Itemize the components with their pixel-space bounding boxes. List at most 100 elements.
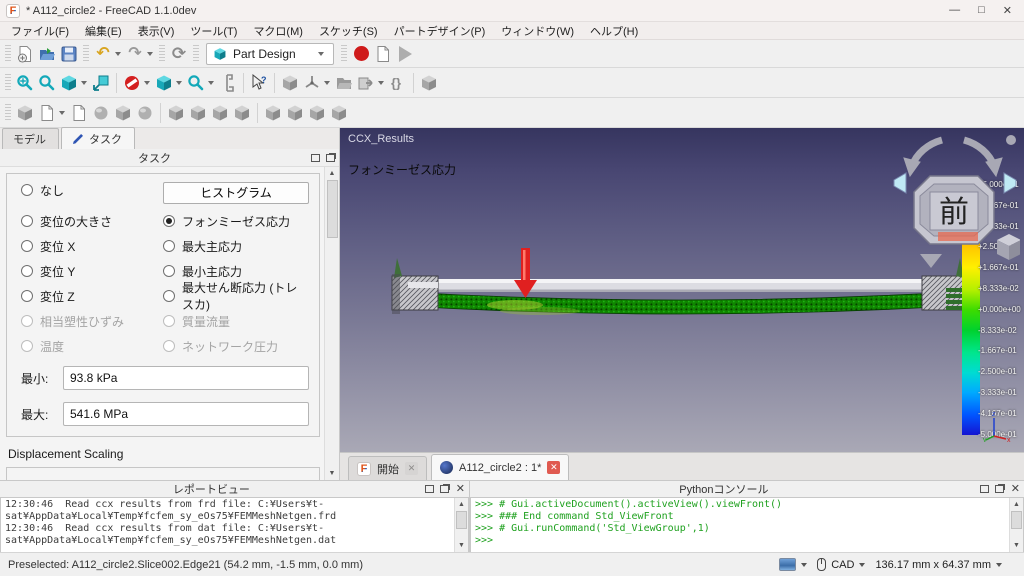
link-dropdown[interactable] — [378, 81, 384, 85]
sketch-edit-button[interactable] — [68, 102, 90, 124]
pan-down-icon[interactable] — [920, 254, 942, 268]
radio-min-principal[interactable]: 最小主応力 — [163, 263, 309, 279]
radio-displacement-x[interactable]: 変位 X — [21, 238, 159, 254]
menu-tools[interactable]: ツール(T) — [183, 22, 244, 40]
dimension-indicator[interactable]: 136.17 mm x 64.37 mm — [875, 559, 1002, 571]
radio-displacement-y[interactable]: 変位 Y — [21, 263, 159, 279]
groove-button[interactable] — [306, 102, 328, 124]
toolbar-grip[interactable] — [193, 45, 199, 63]
datum-button[interactable] — [301, 72, 323, 94]
scroll-thumb[interactable] — [327, 180, 338, 238]
sketch-dropdown[interactable] — [59, 111, 65, 115]
maximize-button[interactable]: □ — [978, 4, 985, 17]
boolean-button[interactable] — [328, 102, 350, 124]
menu-help[interactable]: ヘルプ(H) — [583, 22, 645, 40]
zoom-dropdown[interactable] — [208, 81, 214, 85]
open-file-button[interactable] — [36, 43, 58, 65]
datum-dropdown[interactable] — [324, 81, 330, 85]
revolution-button[interactable] — [187, 102, 209, 124]
close-start-tab-icon[interactable]: ✕ — [405, 462, 418, 475]
redo-dropdown[interactable] — [147, 52, 153, 56]
radio-max-principal[interactable]: 最大主応力 — [163, 238, 309, 254]
fit-selection-button[interactable] — [90, 72, 112, 94]
max-field[interactable]: 541.6 MPa — [63, 402, 309, 426]
undock-icon[interactable] — [440, 485, 449, 493]
tab-model[interactable]: モデル — [2, 128, 59, 149]
close-button[interactable]: ✕ — [1003, 4, 1012, 17]
view-cube-button[interactable] — [153, 72, 175, 94]
group-button[interactable] — [333, 72, 355, 94]
scroll-up-icon[interactable]: ▲ — [326, 167, 339, 180]
radio-none[interactable]: なし — [21, 182, 159, 198]
view-dropdown[interactable] — [81, 81, 87, 85]
part-boolean-button[interactable] — [279, 72, 301, 94]
fit-all-button[interactable] — [14, 72, 36, 94]
whats-this-button[interactable] — [248, 72, 270, 94]
close-dock-icon[interactable]: ✕ — [456, 484, 465, 494]
macro-record-button[interactable] — [350, 43, 372, 65]
tab-tasks[interactable]: タスク — [61, 127, 135, 149]
menu-view[interactable]: 表示(V) — [131, 22, 182, 40]
fem-model[interactable] — [390, 248, 970, 334]
toolbar-grip[interactable] — [341, 45, 347, 63]
toolbar-grip[interactable] — [83, 45, 89, 63]
navcube-front-face[interactable]: 前 — [914, 176, 994, 244]
float-dock-icon[interactable] — [980, 485, 989, 493]
radio-network-pressure[interactable]: ネットワーク圧力 — [163, 338, 309, 354]
macro-execute-button[interactable] — [394, 43, 416, 65]
minimize-button[interactable]: — — [949, 4, 960, 17]
toolbar-grip[interactable] — [159, 45, 165, 63]
loft-button[interactable] — [209, 102, 231, 124]
draw-style-button[interactable] — [121, 72, 143, 94]
pan-right-icon[interactable] — [1004, 173, 1016, 193]
python-scrollbar[interactable]: ▲▼ — [1009, 498, 1023, 552]
tab-document-a112[interactable]: A112_circle2 : 1* ✕ — [431, 454, 569, 480]
menu-file[interactable]: ファイル(F) — [4, 22, 76, 40]
menu-window[interactable]: ウィンドウ(W) — [494, 22, 581, 40]
close-document-tab-icon[interactable]: ✕ — [547, 461, 560, 474]
sketch-new-button[interactable] — [36, 102, 58, 124]
new-file-button[interactable] — [14, 43, 36, 65]
view-cube-dropdown[interactable] — [176, 81, 182, 85]
report-scrollbar[interactable]: ▲▼ — [454, 498, 468, 552]
menu-macro[interactable]: マクロ(M) — [246, 22, 310, 40]
expression-button[interactable] — [387, 72, 409, 94]
datum-point-button[interactable] — [14, 102, 36, 124]
radio-displacement-magnitude[interactable]: 変位の大きさ — [21, 213, 159, 229]
radio-max-shear[interactable]: 最大せん断応力 (トレスカ) — [163, 288, 309, 304]
undo-dropdown[interactable] — [115, 52, 121, 56]
refresh-button[interactable]: ⟳ — [168, 43, 190, 65]
pad-button[interactable] — [165, 102, 187, 124]
radio-mass-flow[interactable]: 質量流量 — [163, 313, 309, 329]
macro-edit-button[interactable] — [372, 43, 394, 65]
undo-button[interactable]: ↶ — [92, 43, 114, 65]
toolbar-grip[interactable] — [5, 45, 11, 63]
mini-cube-icon[interactable] — [997, 234, 1020, 260]
zoom-button[interactable] — [185, 72, 207, 94]
measure-button[interactable] — [217, 72, 239, 94]
menu-partdesign[interactable]: パートデザイン(P) — [387, 22, 493, 40]
radio-von-mises[interactable]: フォンミーゼス応力 — [163, 213, 309, 229]
save-button[interactable] — [58, 43, 80, 65]
menu-sketch[interactable]: スケッチ(S) — [312, 22, 385, 40]
close-dock-icon[interactable]: ✕ — [1011, 484, 1020, 494]
histogram-button[interactable]: ヒストグラム — [163, 182, 309, 204]
3d-viewport[interactable]: CCX_Results フォンミーゼス応力 — [340, 128, 1024, 480]
shapebinder-button[interactable] — [134, 102, 156, 124]
pocket-button[interactable] — [262, 102, 284, 124]
toolbar-grip[interactable] — [5, 74, 11, 92]
create-body-button[interactable] — [418, 72, 440, 94]
menu-edit[interactable]: 編集(E) — [78, 22, 129, 40]
unit-scheme-selector[interactable] — [779, 558, 807, 571]
workbench-selector[interactable]: Part Design — [206, 43, 334, 65]
pipe-button[interactable] — [231, 102, 253, 124]
task-panel-scrollbar[interactable]: ▲ ▼ — [324, 167, 339, 480]
nav-style-selector[interactable]: CAD — [817, 558, 865, 571]
navigation-cube[interactable]: 前 — [890, 128, 1020, 278]
radio-plastic-strain[interactable]: 相当塑性ひずみ — [21, 313, 159, 329]
sketch-map-button[interactable] — [112, 102, 134, 124]
toolbar-grip[interactable] — [5, 104, 11, 122]
draw-style-dropdown[interactable] — [144, 81, 150, 85]
scale-slider[interactable]: ◀ ▶ — [74, 480, 309, 481]
undock-panel-icon[interactable] — [326, 154, 335, 162]
